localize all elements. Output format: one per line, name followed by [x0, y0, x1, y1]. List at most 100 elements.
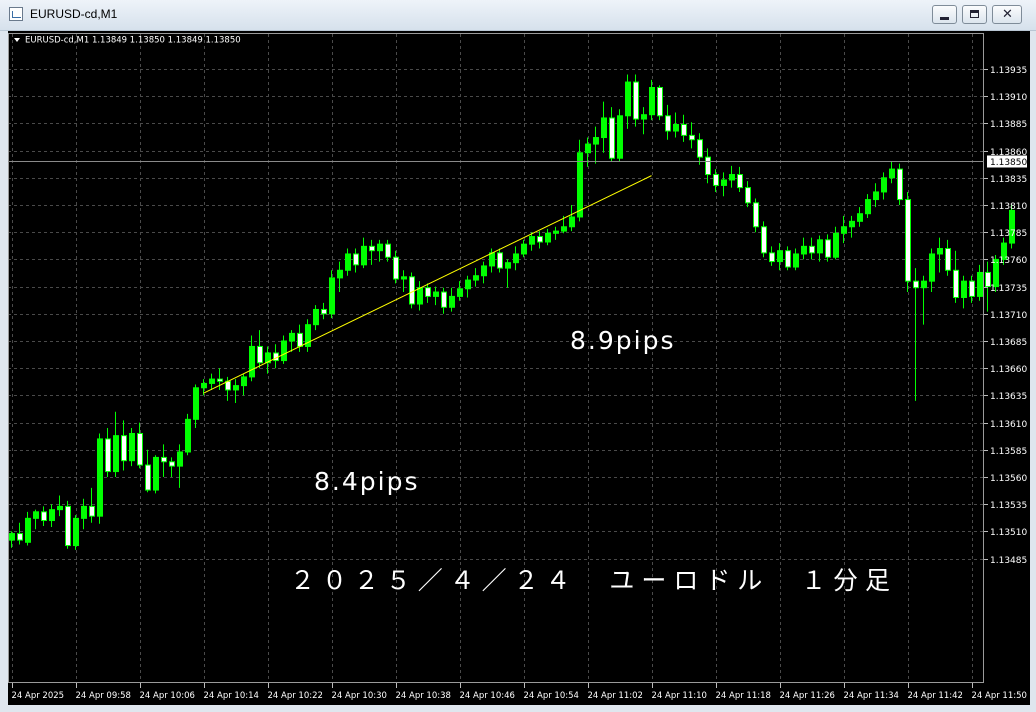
- candle: [129, 428, 135, 467]
- price-chart[interactable]: 1.13935 1.13910 1.13885 1.13860 1.13835 1.138…: [8, 31, 1030, 705]
- chart-menu-triangle-icon[interactable]: [14, 38, 20, 42]
- candle-body: [281, 340, 287, 362]
- candle-body: [649, 86, 655, 116]
- candle: [369, 239, 375, 265]
- candle: [553, 226, 559, 240]
- title-bar[interactable]: EURUSD-cd,M1 ✕: [0, 0, 1036, 31]
- candle-body: [465, 279, 471, 290]
- candle-body: [721, 179, 727, 186]
- candle: [265, 346, 271, 374]
- candle-body: [569, 216, 575, 228]
- chart-canvas[interactable]: 1.139351.139101.138851.138601.138351.138…: [8, 31, 1030, 705]
- candle: [41, 506, 47, 526]
- candle: [721, 172, 727, 197]
- candle-body: [425, 287, 431, 297]
- time-tick-label: 24 Apr 10:06: [140, 691, 195, 701]
- candle: [105, 428, 111, 477]
- candle-body: [193, 387, 199, 420]
- candle: [281, 335, 287, 364]
- price-axis[interactable]: 1.139351.139101.138851.138601.138351.138…: [984, 66, 1027, 566]
- time-tick-label: 24 Apr 10:22: [268, 691, 323, 701]
- candle: [513, 246, 519, 271]
- price-tick-label: 1.13635: [990, 392, 1027, 402]
- candle-body: [457, 288, 463, 297]
- candle: [937, 237, 943, 273]
- candle-body: [897, 168, 903, 201]
- chart-window-icon: [9, 7, 23, 21]
- candle-body: [697, 139, 703, 158]
- time-axis[interactable]: 24 Apr 2025 24 Apr 09:58 24 Apr 10:06 24 Ap…: [12, 683, 1027, 701]
- candle: [897, 163, 903, 205]
- time-tick-label: 24 Apr 11:42: [908, 691, 963, 701]
- price-tick-label: 1.13485: [990, 556, 1027, 566]
- candle: [89, 487, 95, 523]
- candle: [745, 181, 751, 208]
- candle-body: [849, 220, 855, 228]
- close-icon: ✕: [1002, 7, 1013, 22]
- candle: [857, 207, 863, 227]
- candle-body: [9, 533, 15, 541]
- terminal-window: EURUSD-cd,M1 ✕ 1.13935 1.13910 1.13885 1.13…: [0, 0, 1036, 712]
- candle: [305, 319, 311, 352]
- candle-body: [617, 115, 623, 159]
- candle-body: [249, 345, 255, 378]
- candle: [833, 226, 839, 260]
- candle: [73, 515, 79, 550]
- candle-body: [257, 345, 263, 364]
- candle: [617, 109, 623, 162]
- candle-body: [329, 277, 335, 315]
- candles-layer: [9, 74, 1015, 550]
- candle-body: [825, 239, 831, 258]
- trendline[interactable]: [203, 175, 652, 394]
- candle-body: [953, 269, 959, 298]
- candle-body: [537, 236, 543, 243]
- candle: [409, 272, 415, 309]
- candle: [737, 166, 743, 192]
- candle-body: [57, 505, 63, 511]
- candle: [761, 221, 767, 258]
- candle-body: [489, 252, 495, 267]
- candle-body: [89, 505, 95, 517]
- time-tick-label: 24 Apr 09:58: [76, 691, 131, 701]
- candle: [465, 275, 471, 298]
- candle: [137, 422, 143, 469]
- candle-body: [361, 245, 367, 266]
- candle: [793, 248, 799, 271]
- candle: [297, 324, 303, 352]
- candle: [905, 191, 911, 293]
- candle: [233, 379, 239, 404]
- candle: [649, 79, 655, 121]
- candle: [865, 194, 871, 219]
- candle-body: [65, 505, 71, 547]
- candle: [65, 500, 71, 549]
- minimize-button[interactable]: [932, 5, 957, 24]
- candle-body: [625, 81, 631, 117]
- candle: [609, 107, 615, 162]
- candle-body: [49, 509, 55, 522]
- window-bottom-edge: [0, 705, 1036, 712]
- price-tick-label: 1.13910: [990, 93, 1027, 103]
- candle-body: [689, 134, 695, 141]
- bid-price-text: 1.13850: [990, 158, 1027, 168]
- candle-body: [241, 376, 247, 387]
- candle: [9, 531, 15, 548]
- candle: [777, 243, 783, 271]
- candle: [425, 283, 431, 303]
- candle-body: [593, 137, 599, 145]
- candle-body: [785, 250, 791, 268]
- maximize-button[interactable]: [962, 5, 987, 24]
- close-button[interactable]: ✕: [992, 5, 1022, 24]
- candle: [257, 330, 263, 369]
- candle: [969, 275, 975, 303]
- candle: [689, 122, 695, 149]
- candle-body: [881, 177, 887, 193]
- time-tick-label: 24 Apr 10:46: [460, 691, 515, 701]
- candle: [585, 137, 591, 167]
- candle-body: [929, 253, 935, 282]
- candle: [321, 302, 327, 320]
- candle: [81, 498, 87, 530]
- candle: [345, 248, 351, 276]
- candle-body: [481, 265, 487, 277]
- candle: [545, 228, 551, 246]
- candle-body: [553, 230, 559, 234]
